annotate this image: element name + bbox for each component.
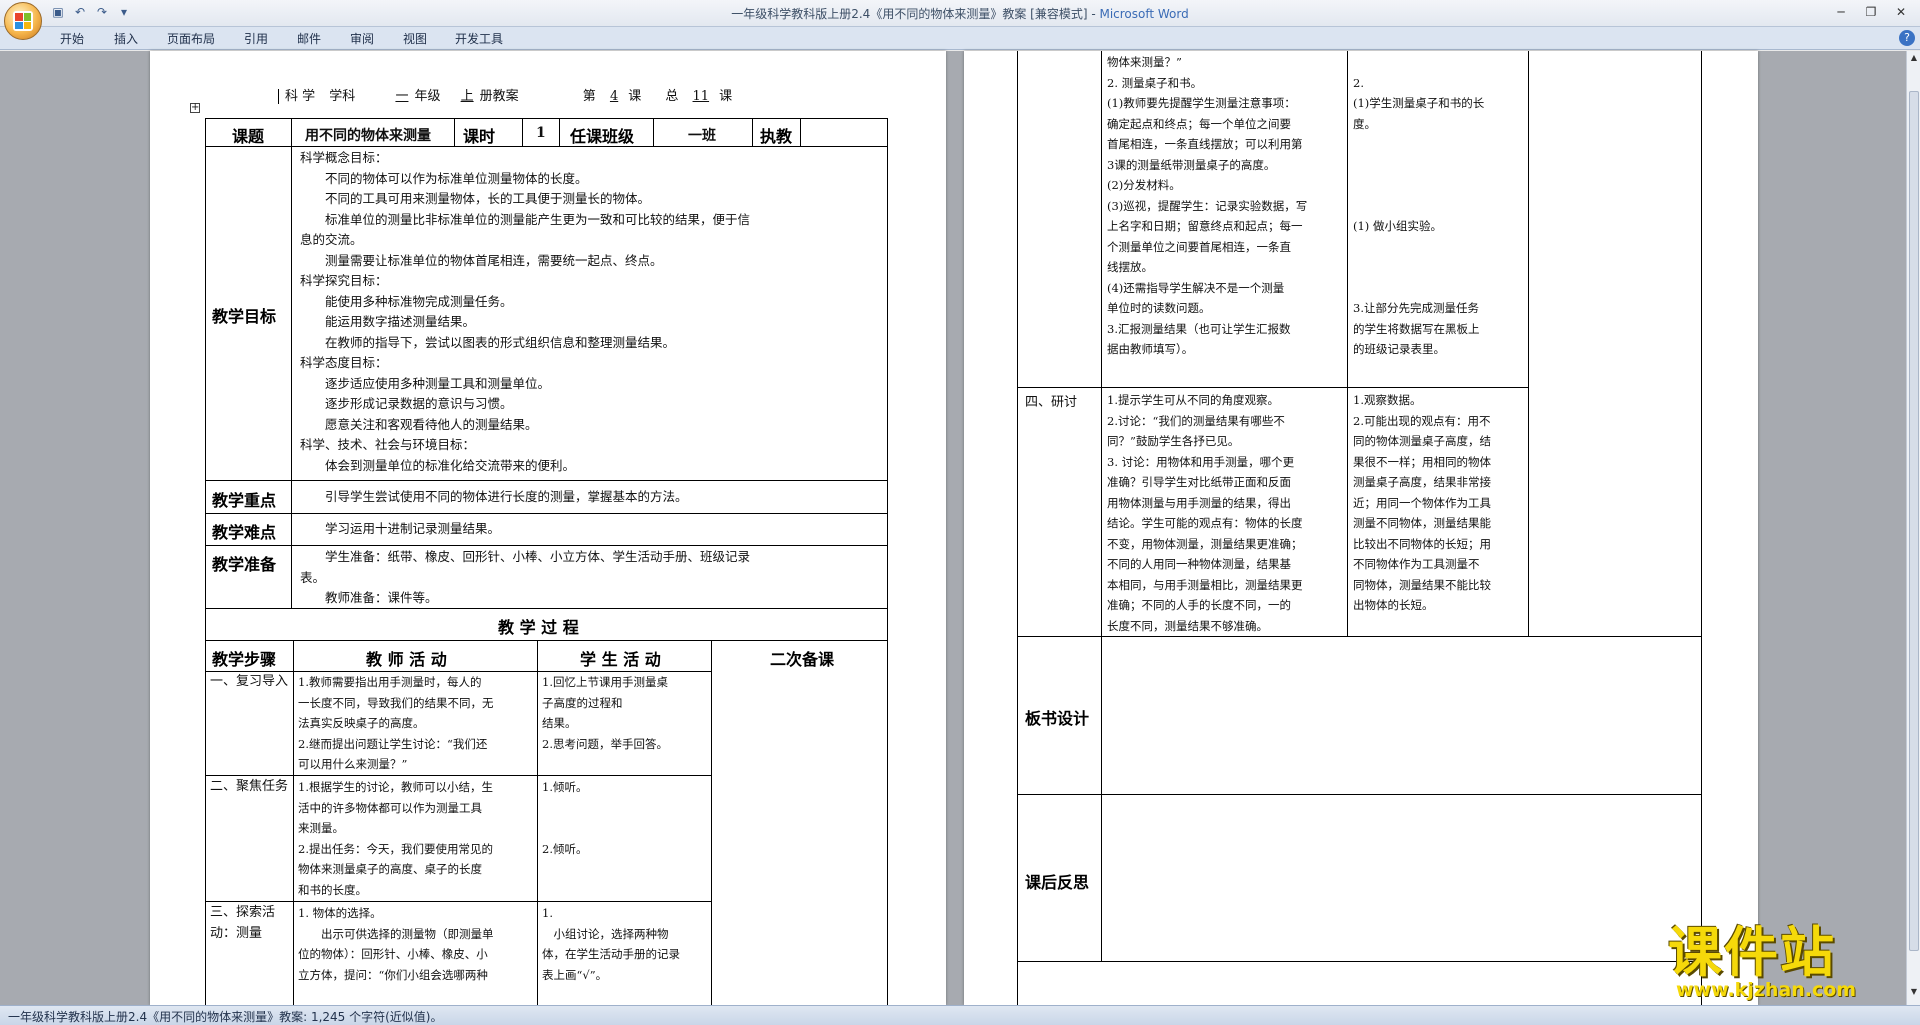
step-3-teacher[interactable]: 1. 物体的选择。 出示可供选择的测量物（即测量单 位的物体）：回形针、小棒、橡皮… (298, 903, 536, 985)
scrollbar-thumb[interactable] (1909, 91, 1919, 951)
reflection-label: 课后反思 (1025, 873, 1090, 892)
page-right: 物体来测量？” 2. 测量桌子和书。 (1)教师要先提醒学生测量注意事项： 确定起点和… (964, 51, 1758, 1005)
step-2-teacher[interactable]: 1.根据学生的讨论，教师可以小结，生 活中的许多物体都可以作为测量工具 来测量。 2.… (298, 777, 536, 900)
discuss-student-text[interactable]: 1.观察数据。 2.可能出现的观点有：用不 同的物体测量桌子高度，结 果很不一样；用相… (1353, 390, 1527, 616)
teacher-header: 教 师 活 动 (366, 650, 447, 669)
scroll-up-icon[interactable]: ▲ (1908, 53, 1920, 65)
step-1-student[interactable]: 1.回忆上节课用手测量桌 子高度的过程和 结果。 2.思考问题，举手回答。 (542, 672, 710, 754)
class-label: 任课班级 (570, 127, 635, 146)
discuss-teacher-text[interactable]: 1.提示学生可从不同的角度观察。 2.讨论：“我们的测量结果有哪些不 同？”鼓励学生… (1107, 390, 1345, 636)
table-move-handle-icon[interactable]: + (190, 103, 200, 113)
tab-references[interactable]: 引用 (244, 30, 268, 47)
page-left: 科 学 学科 一年级 上册教案 第 4课 总 11 课 + 课题 用不同的物体来测… (150, 51, 946, 1005)
ribbon-tabs: 开始 插入 页面布局 引用 邮件 审阅 视图 开发工具 ? (0, 27, 1920, 50)
step-3-label: 三、探索活动：测量 (210, 905, 276, 941)
difficulty-text[interactable]: 学习运用十进制记录测量结果。 (300, 518, 500, 537)
class-value[interactable]: 一班 (688, 125, 716, 145)
student-header: 学 生 活 动 (580, 650, 661, 669)
watermark-title: 课件站 (1668, 921, 1836, 984)
key-point-label: 教学重点 (212, 491, 277, 510)
preparation-label: 教学准备 (212, 555, 277, 574)
restore-icon[interactable]: ❐ (1858, 2, 1884, 22)
office-button[interactable] (4, 2, 42, 40)
preparation-text[interactable]: 学生准备：纸带、橡皮、回形针、小棒、小立方体、学生活动手册、班级记录 表。 教师准… (300, 547, 885, 609)
hours-value[interactable]: 1 (536, 125, 546, 141)
tab-mailings[interactable]: 邮件 (297, 30, 321, 47)
window-controls: ─ ❐ ✕ (1828, 2, 1914, 22)
discuss-step-label: 四、研讨 (1025, 395, 1078, 410)
site-watermark: 课件站 www.kjzhan.com (1668, 925, 1908, 1005)
watermark-url: www.kjzhan.com (1676, 979, 1857, 1001)
step-1-teacher[interactable]: 1.教师需要指出用手测量时，每人的 一长度不同，导致我们的结果不同，无 法真实反映桌… (298, 672, 536, 775)
tab-page-layout[interactable]: 页面布局 (167, 30, 215, 47)
minimize-icon[interactable]: ─ (1828, 2, 1854, 22)
status-bar: 一年级科学教科版上册2.4《用不同的物体来测量》教案: 1,245 个字符(近似… (0, 1005, 1920, 1025)
key-point-text[interactable]: 引导学生尝试使用不同的物体进行长度的测量，掌握基本的方法。 (300, 486, 688, 505)
topic-value[interactable]: 用不同的物体来测量 (305, 125, 431, 145)
difficulty-label: 教学难点 (212, 523, 277, 542)
window-title: 一年级科学教科版上册2.4《用不同的物体来测量》教案 [兼容模式] - Micr… (731, 7, 1189, 21)
title-bar: ▣ ↶ ↷ ▾ 一年级科学教科版上册2.4《用不同的物体来测量》教案 [兼容模式… (0, 0, 1920, 40)
step-2-label: 二、聚焦任务 (210, 779, 289, 794)
process-title: 教 学 过 程 (498, 618, 579, 637)
hours-label: 课时 (463, 127, 496, 146)
step-3-student[interactable]: 1. 小组讨论，选择两种物 体，在学生活动手册的记录 表上画“√”。 (542, 903, 710, 985)
step-2-student[interactable]: 1.倾听。 2.倾听。 (542, 777, 710, 859)
step-1-label: 一、复习导入 (210, 674, 289, 689)
tab-home[interactable]: 开始 (60, 30, 84, 47)
teacher-label: 执教 (760, 127, 793, 146)
objectives-text[interactable]: 科学概念目标： 不同的物体可以作为标准单位测量物体的长度。 不同的工具可用来测量… (300, 148, 885, 476)
revise-header: 二次备课 (770, 650, 835, 669)
vertical-scrollbar[interactable]: ▲ ▼ (1906, 51, 1920, 1005)
explore-student-text[interactable]: 2. (1)学生测量桌子和书的长 度。 (1) 做小组实验。 3.让部分先完成测量任… (1353, 52, 1527, 360)
topic-label: 课题 (232, 127, 265, 146)
step-header: 教学步骤 (212, 650, 277, 669)
close-icon[interactable]: ✕ (1888, 2, 1914, 22)
tab-developer[interactable]: 开发工具 (455, 30, 503, 47)
header-line: 科 学 学科 一年级 上册教案 第 4课 总 11 课 (278, 85, 732, 104)
status-text: 一年级科学教科版上册2.4《用不同的物体来测量》教案: 1,245 个字符(近似… (8, 1010, 443, 1024)
tab-insert[interactable]: 插入 (114, 30, 138, 47)
board-design-label: 板书设计 (1025, 709, 1090, 728)
help-icon[interactable]: ? (1899, 30, 1915, 46)
office-logo-icon (13, 11, 33, 31)
objectives-label: 教学目标 (212, 307, 277, 326)
tab-view[interactable]: 视图 (403, 30, 427, 47)
scroll-down-icon[interactable]: ▼ (1908, 987, 1920, 999)
explore-teacher-text[interactable]: 物体来测量？” 2. 测量桌子和书。 (1)教师要先提醒学生测量注意事项： 确定起点和… (1107, 52, 1345, 360)
tab-review[interactable]: 审阅 (350, 30, 374, 47)
